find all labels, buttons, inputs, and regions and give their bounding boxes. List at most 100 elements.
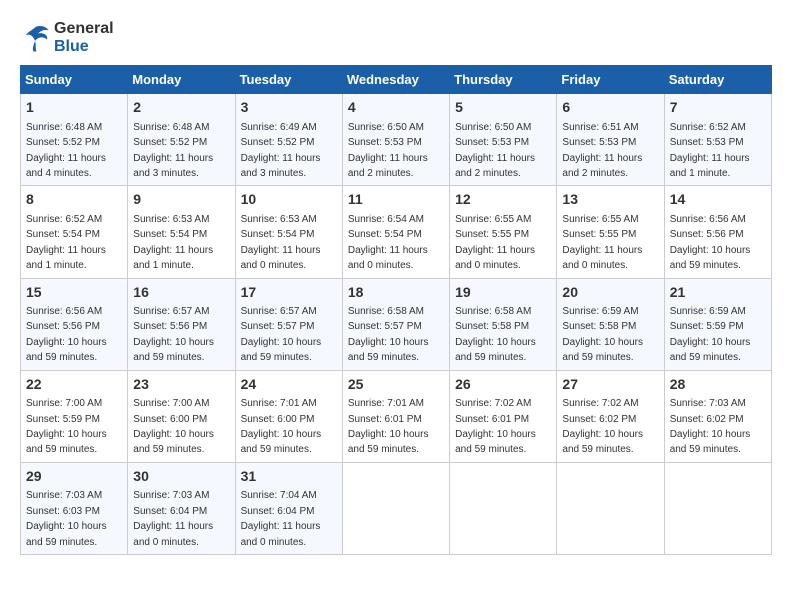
day-number: 15: [26, 283, 122, 303]
day-info: Sunrise: 7:03 AMSunset: 6:03 PMDaylight:…: [26, 490, 107, 547]
day-info: Sunrise: 6:50 AMSunset: 5:53 PMDaylight:…: [455, 122, 535, 179]
day-number: 3: [241, 98, 337, 118]
calendar-cell: 24 Sunrise: 7:01 AMSunset: 6:00 PMDaylig…: [235, 370, 342, 462]
day-info: Sunrise: 7:04 AMSunset: 6:04 PMDaylight:…: [241, 490, 321, 547]
header: General Blue: [20, 20, 772, 55]
logo-bird-icon: [20, 24, 50, 52]
calendar-cell: 6 Sunrise: 6:51 AMSunset: 5:53 PMDayligh…: [557, 94, 664, 186]
calendar-cell: 13 Sunrise: 6:55 AMSunset: 5:55 PMDaylig…: [557, 186, 664, 278]
day-header-monday: Monday: [128, 66, 235, 94]
day-info: Sunrise: 7:03 AMSunset: 6:04 PMDaylight:…: [133, 490, 213, 547]
day-info: Sunrise: 7:00 AMSunset: 5:59 PMDaylight:…: [26, 398, 107, 455]
day-info: Sunrise: 6:48 AMSunset: 5:52 PMDaylight:…: [26, 122, 106, 179]
day-info: Sunrise: 6:49 AMSunset: 5:52 PMDaylight:…: [241, 122, 321, 179]
calendar-cell: 20 Sunrise: 6:59 AMSunset: 5:58 PMDaylig…: [557, 278, 664, 370]
day-number: 29: [26, 467, 122, 487]
day-info: Sunrise: 7:01 AMSunset: 6:01 PMDaylight:…: [348, 398, 429, 455]
calendar-week-2: 8 Sunrise: 6:52 AMSunset: 5:54 PMDayligh…: [21, 186, 772, 278]
calendar-cell: 3 Sunrise: 6:49 AMSunset: 5:52 PMDayligh…: [235, 94, 342, 186]
day-number: 13: [562, 190, 658, 210]
calendar-cell: 21 Sunrise: 6:59 AMSunset: 5:59 PMDaylig…: [664, 278, 771, 370]
day-number: 30: [133, 467, 229, 487]
calendar-week-3: 15 Sunrise: 6:56 AMSunset: 5:56 PMDaylig…: [21, 278, 772, 370]
calendar-cell: 26 Sunrise: 7:02 AMSunset: 6:01 PMDaylig…: [450, 370, 557, 462]
day-number: 4: [348, 98, 444, 118]
day-number: 2: [133, 98, 229, 118]
day-info: Sunrise: 6:57 AMSunset: 5:57 PMDaylight:…: [241, 306, 322, 363]
calendar-cell: 11 Sunrise: 6:54 AMSunset: 5:54 PMDaylig…: [342, 186, 449, 278]
calendar-cell: 27 Sunrise: 7:02 AMSunset: 6:02 PMDaylig…: [557, 370, 664, 462]
calendar-cell: 2 Sunrise: 6:48 AMSunset: 5:52 PMDayligh…: [128, 94, 235, 186]
day-number: 19: [455, 283, 551, 303]
calendar-cell: 30 Sunrise: 7:03 AMSunset: 6:04 PMDaylig…: [128, 462, 235, 554]
day-header-wednesday: Wednesday: [342, 66, 449, 94]
day-info: Sunrise: 6:57 AMSunset: 5:56 PMDaylight:…: [133, 306, 214, 363]
day-number: 7: [670, 98, 766, 118]
day-info: Sunrise: 6:59 AMSunset: 5:59 PMDaylight:…: [670, 306, 751, 363]
day-number: 12: [455, 190, 551, 210]
calendar-cell: 23 Sunrise: 7:00 AMSunset: 6:00 PMDaylig…: [128, 370, 235, 462]
day-number: 10: [241, 190, 337, 210]
day-number: 18: [348, 283, 444, 303]
day-header-sunday: Sunday: [21, 66, 128, 94]
day-info: Sunrise: 7:02 AMSunset: 6:02 PMDaylight:…: [562, 398, 643, 455]
calendar-week-1: 1 Sunrise: 6:48 AMSunset: 5:52 PMDayligh…: [21, 94, 772, 186]
calendar-cell: 31 Sunrise: 7:04 AMSunset: 6:04 PMDaylig…: [235, 462, 342, 554]
calendar-cell: 7 Sunrise: 6:52 AMSunset: 5:53 PMDayligh…: [664, 94, 771, 186]
calendar-cell: [557, 462, 664, 554]
day-number: 9: [133, 190, 229, 210]
day-number: 5: [455, 98, 551, 118]
day-info: Sunrise: 6:53 AMSunset: 5:54 PMDaylight:…: [241, 214, 321, 271]
calendar-cell: 18 Sunrise: 6:58 AMSunset: 5:57 PMDaylig…: [342, 278, 449, 370]
calendar-cell: 22 Sunrise: 7:00 AMSunset: 5:59 PMDaylig…: [21, 370, 128, 462]
day-header-tuesday: Tuesday: [235, 66, 342, 94]
calendar-cell: [342, 462, 449, 554]
day-info: Sunrise: 6:55 AMSunset: 5:55 PMDaylight:…: [562, 214, 642, 271]
day-number: 26: [455, 375, 551, 395]
day-info: Sunrise: 6:56 AMSunset: 5:56 PMDaylight:…: [670, 214, 751, 271]
day-number: 11: [348, 190, 444, 210]
day-number: 14: [670, 190, 766, 210]
day-number: 20: [562, 283, 658, 303]
day-number: 27: [562, 375, 658, 395]
calendar-cell: 12 Sunrise: 6:55 AMSunset: 5:55 PMDaylig…: [450, 186, 557, 278]
calendar-cell: 1 Sunrise: 6:48 AMSunset: 5:52 PMDayligh…: [21, 94, 128, 186]
day-info: Sunrise: 7:03 AMSunset: 6:02 PMDaylight:…: [670, 398, 751, 455]
day-number: 31: [241, 467, 337, 487]
day-number: 16: [133, 283, 229, 303]
day-info: Sunrise: 6:53 AMSunset: 5:54 PMDaylight:…: [133, 214, 213, 271]
calendar-cell: 28 Sunrise: 7:03 AMSunset: 6:02 PMDaylig…: [664, 370, 771, 462]
calendar-cell: 14 Sunrise: 6:56 AMSunset: 5:56 PMDaylig…: [664, 186, 771, 278]
day-info: Sunrise: 6:50 AMSunset: 5:53 PMDaylight:…: [348, 122, 428, 179]
calendar-cell: [664, 462, 771, 554]
calendar-cell: 25 Sunrise: 7:01 AMSunset: 6:01 PMDaylig…: [342, 370, 449, 462]
calendar-cell: 8 Sunrise: 6:52 AMSunset: 5:54 PMDayligh…: [21, 186, 128, 278]
day-number: 17: [241, 283, 337, 303]
day-number: 25: [348, 375, 444, 395]
day-info: Sunrise: 6:48 AMSunset: 5:52 PMDaylight:…: [133, 122, 213, 179]
day-info: Sunrise: 6:59 AMSunset: 5:58 PMDaylight:…: [562, 306, 643, 363]
day-info: Sunrise: 6:55 AMSunset: 5:55 PMDaylight:…: [455, 214, 535, 271]
day-number: 8: [26, 190, 122, 210]
calendar-cell: 15 Sunrise: 6:56 AMSunset: 5:56 PMDaylig…: [21, 278, 128, 370]
day-number: 22: [26, 375, 122, 395]
day-header-thursday: Thursday: [450, 66, 557, 94]
calendar: SundayMondayTuesdayWednesdayThursdayFrid…: [20, 65, 772, 555]
day-info: Sunrise: 7:01 AMSunset: 6:00 PMDaylight:…: [241, 398, 322, 455]
calendar-cell: 17 Sunrise: 6:57 AMSunset: 5:57 PMDaylig…: [235, 278, 342, 370]
day-number: 21: [670, 283, 766, 303]
calendar-week-5: 29 Sunrise: 7:03 AMSunset: 6:03 PMDaylig…: [21, 462, 772, 554]
calendar-cell: [450, 462, 557, 554]
calendar-week-4: 22 Sunrise: 7:00 AMSunset: 5:59 PMDaylig…: [21, 370, 772, 462]
calendar-cell: 29 Sunrise: 7:03 AMSunset: 6:03 PMDaylig…: [21, 462, 128, 554]
day-info: Sunrise: 7:00 AMSunset: 6:00 PMDaylight:…: [133, 398, 214, 455]
day-info: Sunrise: 6:51 AMSunset: 5:53 PMDaylight:…: [562, 122, 642, 179]
day-info: Sunrise: 6:58 AMSunset: 5:58 PMDaylight:…: [455, 306, 536, 363]
day-info: Sunrise: 6:56 AMSunset: 5:56 PMDaylight:…: [26, 306, 107, 363]
day-info: Sunrise: 6:52 AMSunset: 5:54 PMDaylight:…: [26, 214, 106, 271]
calendar-cell: 19 Sunrise: 6:58 AMSunset: 5:58 PMDaylig…: [450, 278, 557, 370]
calendar-cell: 10 Sunrise: 6:53 AMSunset: 5:54 PMDaylig…: [235, 186, 342, 278]
calendar-cell: 9 Sunrise: 6:53 AMSunset: 5:54 PMDayligh…: [128, 186, 235, 278]
day-header-friday: Friday: [557, 66, 664, 94]
day-number: 1: [26, 98, 122, 118]
